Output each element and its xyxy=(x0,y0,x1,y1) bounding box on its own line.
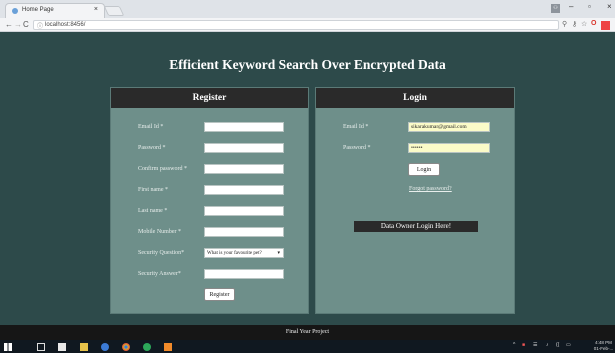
chrome-icon[interactable] xyxy=(122,343,130,351)
page-title: Efficient Keyword Search Over Encrypted … xyxy=(169,57,446,72)
browser-tab[interactable]: Home Page × xyxy=(5,3,105,18)
mobile-number-field[interactable] xyxy=(204,227,284,237)
browser-toolbar: ← → C ⓘ localhost:8456/ ⚲ ⚷ ☆ O xyxy=(0,18,615,32)
last-name-field[interactable] xyxy=(204,206,284,216)
register-email-field[interactable] xyxy=(204,122,284,132)
clock-date: 01-Feb-... xyxy=(593,346,614,351)
page-footer: Final Year Project xyxy=(0,325,615,340)
login-email-label: Email Id * xyxy=(343,124,369,130)
address-bar[interactable]: ⓘ localhost:8456/ xyxy=(33,20,559,30)
page-favicon-icon xyxy=(12,8,18,14)
notification-icon[interactable]: ▭ xyxy=(566,342,571,348)
security-question-select[interactable]: What is your favourite pet? ▾ xyxy=(204,248,284,258)
tray-app-icon[interactable]: ■ xyxy=(522,342,525,348)
tab-title: Home Page xyxy=(22,7,54,13)
login-password-field[interactable]: •••••• xyxy=(408,143,490,153)
chevron-down-icon: ▾ xyxy=(277,251,280,256)
site-info-icon[interactable]: ⓘ xyxy=(37,21,43,30)
edge-browser-icon[interactable] xyxy=(101,343,109,351)
windows-taskbar: ^ ■ ☰ ♪ (( ▭ 4:48 PM 01-Feb-... xyxy=(0,340,615,353)
zoom-icon[interactable]: ⚲ xyxy=(562,20,567,28)
browser-tab-bar: Home Page × ⚇ – ▫ × xyxy=(0,0,615,18)
tray-expand-icon[interactable]: ^ xyxy=(513,342,515,348)
login-email-field[interactable]: sikarakumar@gmail.com xyxy=(408,122,490,132)
forward-icon[interactable]: → xyxy=(14,20,22,29)
windows-start-icon[interactable] xyxy=(4,343,12,351)
last-name-label: Last name * xyxy=(138,208,168,214)
login-password-label: Password * xyxy=(343,145,371,151)
mobile-number-label: Mobile Number * xyxy=(138,229,181,235)
register-panel: Register Email Id * Password * Confirm p… xyxy=(110,87,309,314)
security-question-value: What is your favourite pet? xyxy=(207,251,262,256)
login-button[interactable]: Login xyxy=(408,163,440,176)
user-profile-icon[interactable]: ⚇ xyxy=(551,4,560,13)
input-language-icon[interactable]: (( xyxy=(556,342,559,348)
register-password-label: Password * xyxy=(138,145,166,151)
security-answer-label: Security Answer* xyxy=(138,271,181,277)
network-icon[interactable]: ☰ xyxy=(533,342,537,348)
file-explorer-icon[interactable] xyxy=(80,343,88,351)
minimize-icon[interactable]: – xyxy=(569,2,573,11)
volume-icon[interactable]: ♪ xyxy=(546,342,549,348)
clock[interactable]: 4:48 PM 01-Feb-... xyxy=(592,340,615,352)
confirm-password-label: Confirm password * xyxy=(138,166,187,172)
tab-close-icon[interactable]: × xyxy=(94,6,98,13)
first-name-label: First name * xyxy=(138,187,168,193)
security-question-label: Security Question* xyxy=(138,250,185,256)
register-heading: Register xyxy=(111,88,308,108)
reload-icon[interactable]: C xyxy=(23,20,29,29)
login-heading: Login xyxy=(316,88,514,108)
opera-extension-icon[interactable]: O xyxy=(591,20,596,27)
security-answer-field[interactable] xyxy=(204,269,284,279)
task-view-icon[interactable] xyxy=(37,343,45,351)
back-icon[interactable]: ← xyxy=(5,20,13,29)
register-email-label: Email Id * xyxy=(138,124,164,130)
key-icon[interactable]: ⚷ xyxy=(572,20,577,28)
first-name-field[interactable] xyxy=(204,185,284,195)
extension-icon[interactable] xyxy=(601,21,610,30)
login-panel: Login Email Id * sikarakumar@gmail.com P… xyxy=(315,87,515,314)
app-orange-icon[interactable] xyxy=(164,343,172,351)
bookmark-star-icon[interactable]: ☆ xyxy=(581,20,587,28)
new-tab-button[interactable] xyxy=(103,6,125,16)
forgot-password-link[interactable]: Forgot password? xyxy=(409,186,452,192)
data-owner-login-button[interactable]: Data Owner Login Here! xyxy=(354,221,478,232)
window-close-icon[interactable]: × xyxy=(607,2,612,11)
url-text[interactable]: localhost:8456/ xyxy=(45,22,85,28)
maximize-icon[interactable]: ▫ xyxy=(588,2,591,11)
register-password-field[interactable] xyxy=(204,143,284,153)
app-green-icon[interactable] xyxy=(143,343,151,351)
confirm-password-field[interactable] xyxy=(204,164,284,174)
store-icon[interactable] xyxy=(58,343,66,351)
register-button[interactable]: Register xyxy=(204,288,235,301)
